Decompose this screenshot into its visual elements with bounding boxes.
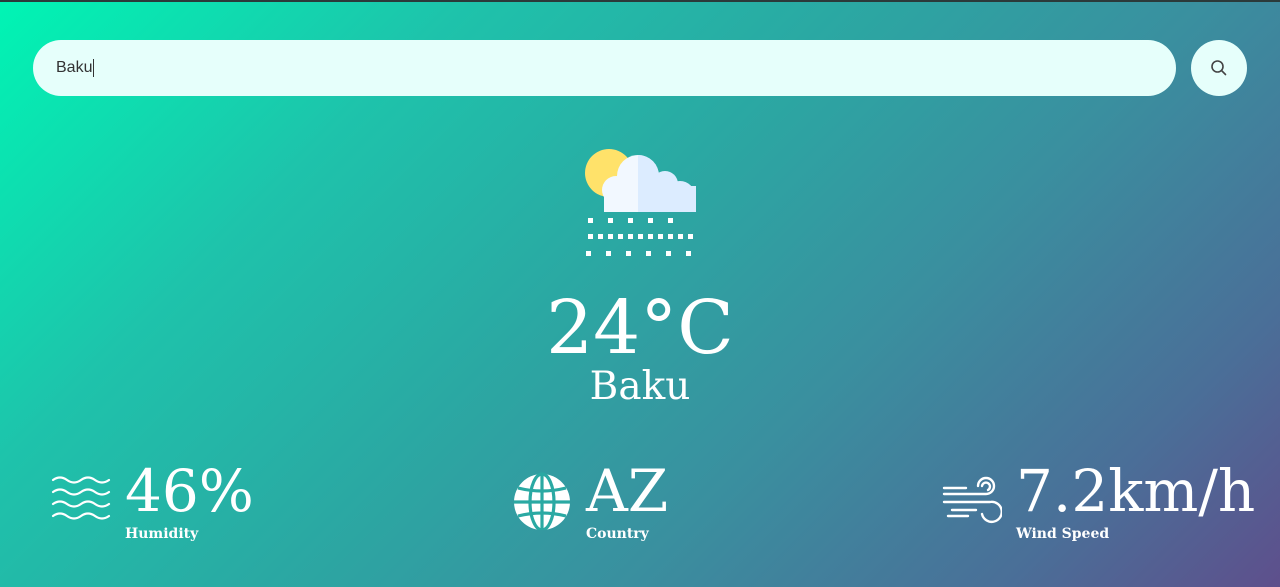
humidity-label: Humidity [125,526,199,542]
window-top-border [0,0,1280,2]
search-input-value: Baku [56,59,93,77]
wind-label: Wind Speed [1016,526,1110,542]
search-icon [1211,60,1227,76]
wind-text: 7.2km/h Wind Speed [1016,458,1255,542]
country-text: AZ Country [586,458,668,542]
weather-condition-icon [580,146,700,262]
search-bar[interactable]: Baku [33,40,1176,96]
sun-cloud-snow-icon [585,149,696,256]
temperature: 24°C [546,285,734,371]
country-value: AZ [586,457,669,525]
humidity-value: 46% [125,457,254,525]
wind-icon [942,476,1002,524]
country-label: Country [586,526,649,542]
wind-stat: 7.2km/h Wind Speed [942,458,1255,542]
text-caret [93,58,95,77]
city-name: Baku [589,364,691,409]
search-button[interactable] [1191,40,1247,96]
waves-icon [51,476,111,520]
country-stat: AZ Country [512,458,668,542]
globe-icon [514,472,570,530]
wind-value: 7.2km/h [1016,457,1256,525]
search-input[interactable]: Baku [56,58,1156,77]
humidity-stat: 46% Humidity [51,458,254,542]
humidity-text: 46% Humidity [125,458,254,542]
